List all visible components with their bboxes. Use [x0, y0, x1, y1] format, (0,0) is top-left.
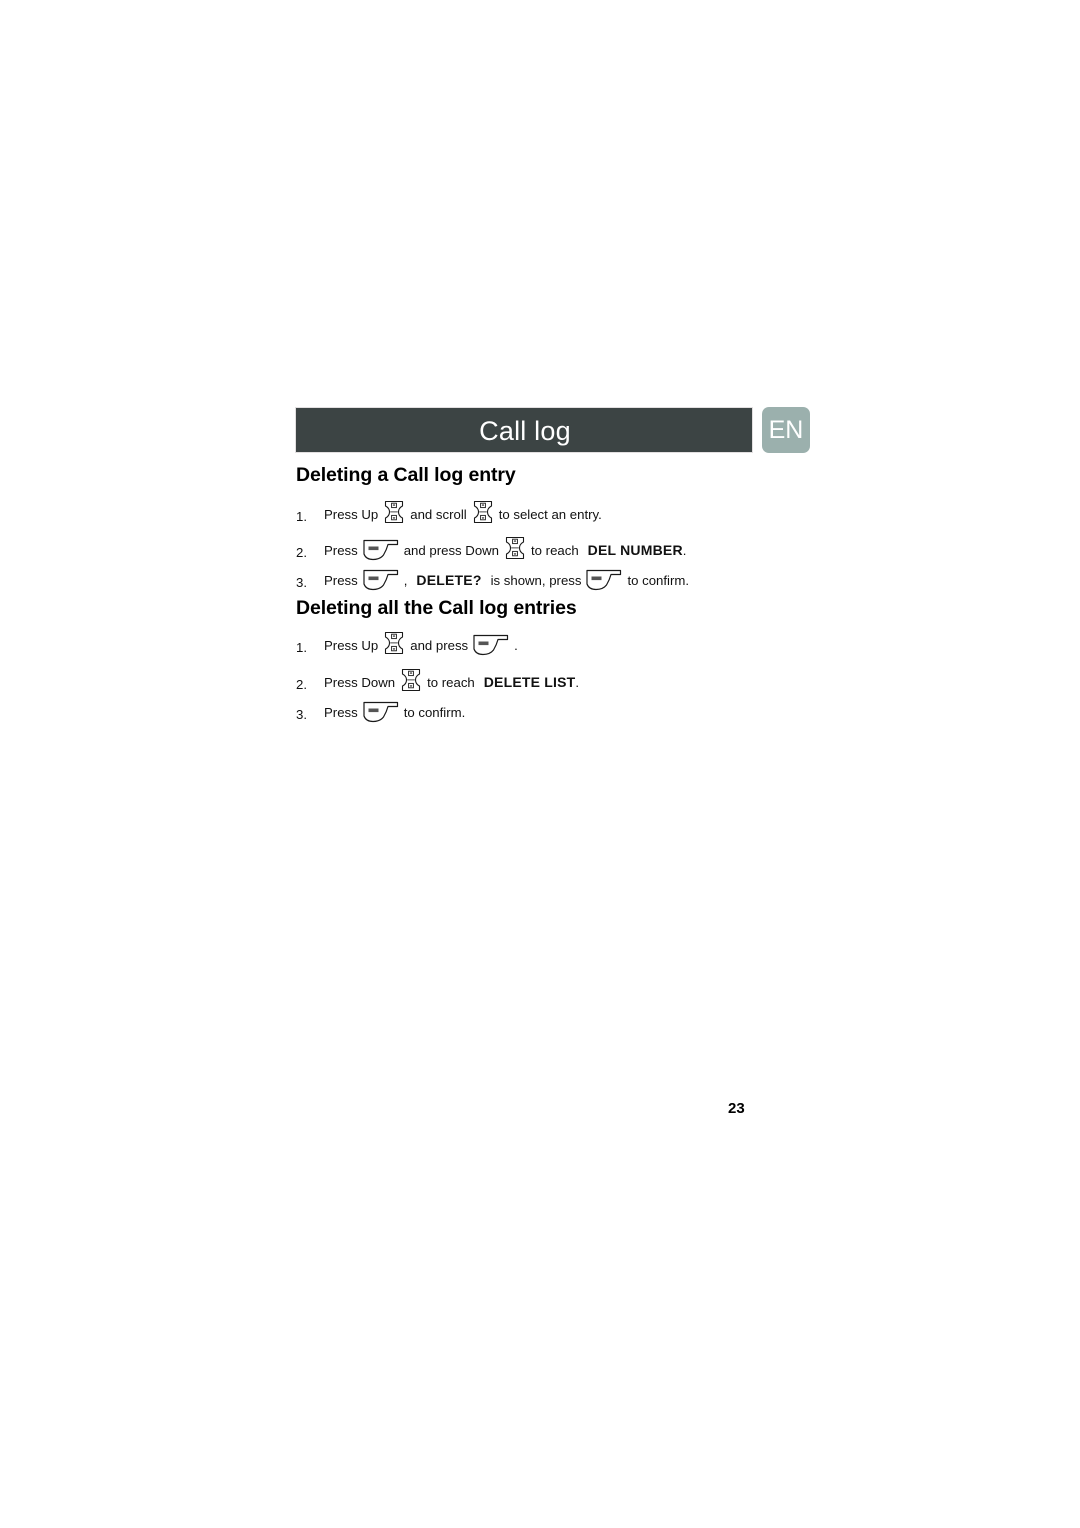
step-text: . [682, 543, 687, 559]
scroll-key-icon [502, 535, 528, 561]
step-number: 3. [296, 706, 307, 722]
step-number: 2. [296, 676, 307, 692]
step-text: to confirm. [627, 573, 690, 589]
step-item: 3. Press, DELETE? is shown, press to confir… [296, 567, 690, 594]
step-body: Press Up and press. [324, 631, 518, 660]
section-heading-deleting-all-the-call-log-entries: Deleting all the Call log entries [296, 597, 577, 619]
step-body: Press and press Down to reach DEL NUMBER. [324, 536, 687, 565]
manual-page: Call log EN Deleting a Call log entry 1.… [0, 0, 1080, 1528]
step-text: to select an entry. [498, 507, 602, 523]
step-text: . [514, 638, 518, 654]
step-text: to reach [531, 543, 579, 559]
step-item: 1. Press Up and press. [296, 631, 518, 660]
step-text: Press [324, 573, 358, 589]
scroll-key-icon [398, 667, 424, 693]
step-number: 1. [296, 508, 307, 524]
step-text: Press Down [324, 675, 396, 691]
step-text: , [403, 573, 408, 589]
step-body: Press Down to reach DELETE LIST. [324, 668, 580, 697]
scroll-key-icon [381, 499, 407, 525]
step-item: 1. Press Up and scroll to select an entry. [296, 500, 602, 529]
step-text: Press [324, 543, 358, 559]
step-text: and press Down [403, 543, 500, 559]
menu-key-icon [362, 699, 400, 723]
step-body: Press to confirm. [324, 699, 466, 726]
step-text: Press [324, 705, 358, 721]
step-number: 3. [296, 574, 307, 590]
menu-key-icon [585, 567, 623, 591]
step-item: 2. Press Down to reach DELETE LIST. [296, 668, 580, 697]
page-header: Call log EN [295, 407, 810, 453]
step-emphasis-text: DEL NUMBER [587, 542, 683, 559]
step-emphasis-text: DELETE LIST [483, 674, 576, 691]
language-badge: EN [762, 407, 810, 453]
scroll-key-icon [470, 499, 496, 525]
step-text: is shown, press [490, 573, 582, 589]
section-heading-deleting-a-call-log-entry: Deleting a Call log entry [296, 464, 516, 486]
step-text: and press [410, 638, 469, 654]
step-text: Press Up [324, 638, 379, 654]
step-item: 2. Press and press Down to reach DEL NUMBER… [296, 536, 687, 565]
step-number: 2. [296, 544, 307, 560]
step-text: . [575, 675, 580, 691]
menu-key-icon [362, 567, 400, 591]
page-title: Call log [479, 416, 571, 446]
menu-key-icon [472, 632, 510, 656]
step-emphasis-text: DELETE? [416, 572, 482, 589]
step-item: 3. Press to confirm. [296, 699, 466, 726]
step-body: Press, DELETE? is shown, press to confirm. [324, 567, 690, 594]
step-text: and scroll [410, 507, 467, 523]
step-text: to reach [427, 675, 475, 691]
menu-key-icon [362, 537, 400, 561]
scroll-key-icon [381, 630, 407, 656]
step-number: 1. [296, 639, 307, 655]
page-number: 23 [728, 1100, 745, 1117]
header-title-bar: Call log [295, 407, 753, 453]
step-text: Press Up [324, 507, 379, 523]
step-body: Press Up and scroll to select an entry. [324, 500, 602, 529]
step-text: to confirm. [403, 705, 466, 721]
